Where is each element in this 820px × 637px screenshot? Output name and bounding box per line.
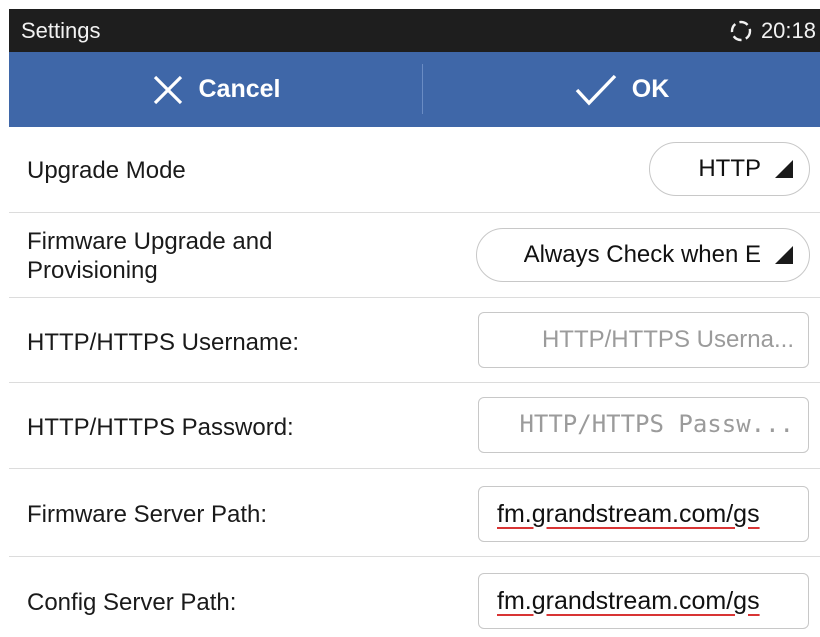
row-firmware-path: Firmware Server Path: fm.grandstream.com…	[9, 469, 820, 557]
status-bar-time: 20:18	[760, 18, 816, 43]
config-path-value: fm.grandstream.com/gs	[497, 586, 760, 615]
cancel-button[interactable]: Cancel	[9, 52, 422, 127]
http-password-field[interactable]	[478, 397, 809, 453]
http-password-label: HTTP/HTTPS Password:	[27, 414, 294, 441]
settings-screen: Settings 20:18 Cancel OK Upgrade Mode HT	[0, 0, 820, 637]
check-icon	[575, 74, 616, 105]
dropdown-caret-icon	[775, 246, 793, 264]
status-bar: Settings 20:18	[9, 9, 820, 52]
http-username-field[interactable]	[478, 312, 809, 368]
row-http-username: HTTP/HTTPS Username:	[9, 298, 820, 383]
firmware-path-field[interactable]: fm.grandstream.com/gs	[478, 486, 809, 542]
http-username-label: HTTP/HTTPS Username:	[27, 329, 300, 356]
firmware-path-label: Firmware Server Path:	[27, 501, 268, 528]
http-username-input[interactable]	[479, 313, 808, 367]
upgrade-mode-label: Upgrade Mode	[27, 157, 186, 184]
dropdown-caret-icon	[775, 160, 793, 178]
firmware-upgrade-value: Always Check when E	[523, 241, 761, 268]
http-password-input[interactable]	[479, 398, 808, 452]
ok-label: OK	[631, 75, 670, 103]
config-path-label: Config Server Path:	[27, 589, 237, 616]
sync-icon	[730, 20, 752, 42]
cancel-label: Cancel	[198, 75, 281, 103]
status-bar-title: Settings	[21, 18, 101, 43]
upgrade-mode-value: HTTP	[698, 155, 761, 182]
upgrade-mode-dropdown[interactable]: HTTP	[649, 142, 810, 196]
row-http-password: HTTP/HTTPS Password:	[9, 383, 820, 469]
row-firmware-upgrade: Firmware Upgrade and Provisioning Always…	[9, 213, 820, 298]
row-config-path: Config Server Path: fm.grandstream.com/g…	[9, 557, 820, 637]
action-bar: Cancel OK	[9, 52, 820, 127]
firmware-upgrade-dropdown[interactable]: Always Check when E	[476, 228, 810, 282]
status-bar-right: 20:18	[729, 18, 816, 44]
row-upgrade-mode: Upgrade Mode HTTP	[9, 127, 820, 213]
config-path-field[interactable]: fm.grandstream.com/gs	[478, 573, 809, 629]
firmware-upgrade-label-line1: Firmware Upgrade and	[27, 228, 273, 255]
firmware-upgrade-label-line2: Provisioning	[27, 257, 158, 284]
firmware-path-value: fm.grandstream.com/gs	[497, 499, 760, 528]
ok-button[interactable]: OK	[423, 52, 820, 127]
close-icon	[153, 75, 182, 104]
